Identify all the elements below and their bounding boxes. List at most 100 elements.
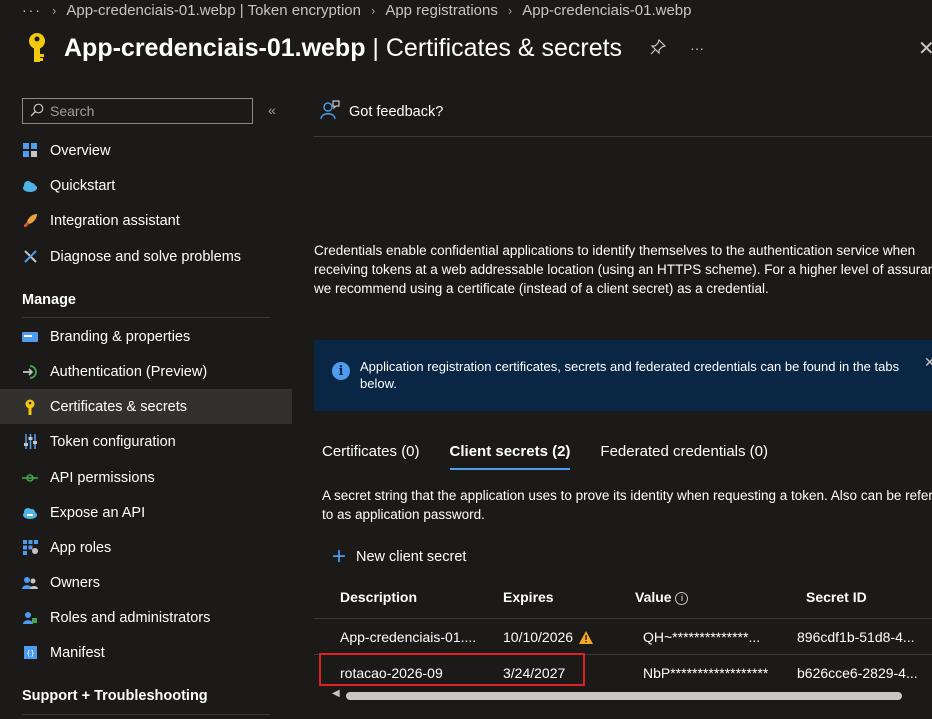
tab-client-secrets[interactable]: Client secrets (2) (449, 443, 570, 470)
breadcrumb-link-app-registrations[interactable]: App registrations (385, 2, 498, 19)
highlight-box (319, 653, 585, 686)
info-banner: i Application registration certificates,… (314, 340, 932, 411)
manifest-icon: {} (22, 645, 38, 661)
warning-icon (579, 631, 594, 647)
feedback-person-icon (320, 100, 340, 124)
close-icon[interactable]: ✕ (924, 354, 932, 371)
feedback-label: Got feedback? (349, 104, 444, 120)
sidebar-item-authentication[interactable]: Authentication (Preview) (0, 354, 292, 389)
tab-certificates[interactable]: Certificates (0) (322, 443, 420, 468)
horizontal-scrollbar[interactable]: ◀ (328, 688, 932, 702)
sidebar-item-token-configuration[interactable]: Token configuration (0, 424, 292, 459)
sidebar-item-label: Authentication (Preview) (50, 363, 208, 380)
info-circle-icon[interactable]: i (675, 592, 689, 605)
new-client-secret-button[interactable]: + New client secret (332, 543, 467, 570)
sidebar-item-label: API permissions (50, 469, 155, 486)
chevron-right-icon: › (507, 2, 513, 18)
column-header-secret-id[interactable]: Secret ID (806, 589, 867, 605)
divider (314, 136, 932, 137)
sidebar-item-label: App roles (50, 539, 112, 556)
page-title: App-credenciais-01.webp | Certificates &… (64, 34, 622, 63)
breadcrumb-link-app[interactable]: App-credenciais-01.webp (522, 2, 691, 19)
search-placeholder: Search (50, 103, 95, 119)
support-section-header: Support + Troubleshooting (22, 688, 208, 704)
sidebar-item-roles-administrators[interactable]: Roles and administrators (0, 600, 292, 635)
sidebar-item-api-permissions[interactable]: API permissions (0, 460, 292, 495)
sidebar-item-overview[interactable]: Overview (0, 133, 292, 168)
breadcrumb-more-button[interactable]: ··· (22, 2, 42, 18)
credential-tabs: Certificates (0) Client secrets (2) Fede… (322, 443, 768, 470)
sidebar-item-label: Manifest (50, 644, 105, 661)
sliders-icon (22, 434, 38, 450)
client-secret-description: A secret string that the application use… (322, 488, 932, 522)
feedback-button[interactable]: Got feedback? (320, 100, 443, 124)
tab-federated-credentials[interactable]: Federated credentials (0) (600, 443, 768, 468)
breadcrumb: ··· › App-credenciais-01.webp | Token en… (22, 0, 691, 20)
key-icon (22, 399, 38, 415)
credentials-description: Credentials enable confidential applicat… (314, 243, 932, 296)
sidebar-item-label: Certificates & secrets (50, 398, 187, 415)
secret-description: App-credenciais-01.... (340, 629, 477, 645)
sidebar-item-label: Overview (50, 142, 111, 159)
main-content: Got feedback? Credentials enable confide… (314, 96, 932, 719)
sidebar-item-diagnose[interactable]: Diagnose and solve problems (0, 239, 292, 274)
close-icon[interactable]: ✕ (918, 36, 932, 56)
secret-id: 896cdf1b-51d8-4... (797, 629, 915, 645)
sidebar-item-owners[interactable]: Owners (0, 565, 292, 600)
column-header-expires[interactable]: Expires (503, 589, 554, 605)
column-header-value-label: Value (635, 589, 672, 605)
new-client-secret-label: New client secret (356, 549, 467, 565)
sidebar: Search « Overview Quickstart Integration… (0, 96, 292, 719)
chevron-right-icon: › (52, 2, 57, 18)
sidebar-search-input[interactable]: Search (22, 98, 253, 124)
sidebar-item-label: Quickstart (50, 177, 116, 194)
column-header-value[interactable]: Value i (635, 589, 689, 605)
cloud-quickstart-icon (22, 178, 38, 194)
pin-icon[interactable] (650, 38, 667, 58)
secret-id: b626cce6-2829-4... (797, 665, 918, 681)
chevron-right-icon: › (370, 2, 376, 18)
secret-expires-date: 10/10/2026 (503, 629, 574, 645)
scrollbar-thumb[interactable] (346, 692, 902, 700)
rocket-icon (22, 213, 38, 229)
svg-text:{}: {} (26, 650, 34, 658)
sidebar-item-label: Token configuration (50, 433, 176, 450)
more-options-button[interactable]: ··· (690, 40, 704, 56)
info-icon: i (332, 362, 350, 380)
cloud-api-icon (22, 505, 38, 521)
secret-value: NbP****************** (643, 665, 769, 681)
plus-icon: + (332, 543, 347, 570)
breadcrumb-link-token-encryption[interactable]: App-credenciais-01.webp | Token encrypti… (66, 2, 361, 19)
page-title-app: App-credenciais-01.webp (64, 33, 366, 62)
app-roles-grid-icon (22, 540, 38, 556)
wrench-icon (22, 249, 38, 265)
secrets-table-header: Description Expires Value i Secret ID (314, 589, 932, 617)
sidebar-item-label: Branding & properties (50, 328, 191, 345)
sidebar-item-quickstart[interactable]: Quickstart (0, 168, 292, 203)
page-header: App-credenciais-01.webp | Certificates &… (22, 30, 932, 66)
sidebar-item-label: Diagnose and solve problems (50, 248, 242, 265)
search-icon (30, 103, 44, 120)
overview-grid-icon (22, 143, 38, 159)
table-row: App-credenciais-01.... 10/10/2026 QH~***… (314, 618, 932, 654)
key-icon (22, 30, 52, 66)
column-header-description[interactable]: Description (340, 589, 417, 605)
manage-section-header: Manage (22, 292, 76, 308)
collapse-sidebar-button[interactable]: « (268, 102, 276, 118)
sidebar-item-expose-api[interactable]: Expose an API (0, 495, 292, 530)
authentication-icon (22, 364, 38, 380)
owners-people-icon (22, 575, 38, 591)
sidebar-item-integration-assistant[interactable]: Integration assistant (0, 203, 292, 238)
roles-admins-icon (22, 610, 38, 626)
sidebar-item-label: Expose an API (50, 504, 146, 521)
api-permissions-icon (22, 470, 38, 486)
secret-value: QH~**************... (643, 629, 761, 645)
sidebar-item-app-roles[interactable]: App roles (0, 530, 292, 565)
sidebar-item-label: Roles and administrators (50, 609, 211, 626)
sidebar-divider (22, 714, 270, 715)
scroll-left-arrow-icon[interactable]: ◀ (332, 688, 340, 699)
sidebar-item-branding[interactable]: Branding & properties (0, 319, 292, 354)
sidebar-item-certificates-secrets[interactable]: Certificates & secrets (0, 389, 292, 424)
sidebar-item-manifest[interactable]: {} Manifest (0, 635, 292, 670)
page-title-section: | Certificates & secrets (365, 33, 623, 62)
